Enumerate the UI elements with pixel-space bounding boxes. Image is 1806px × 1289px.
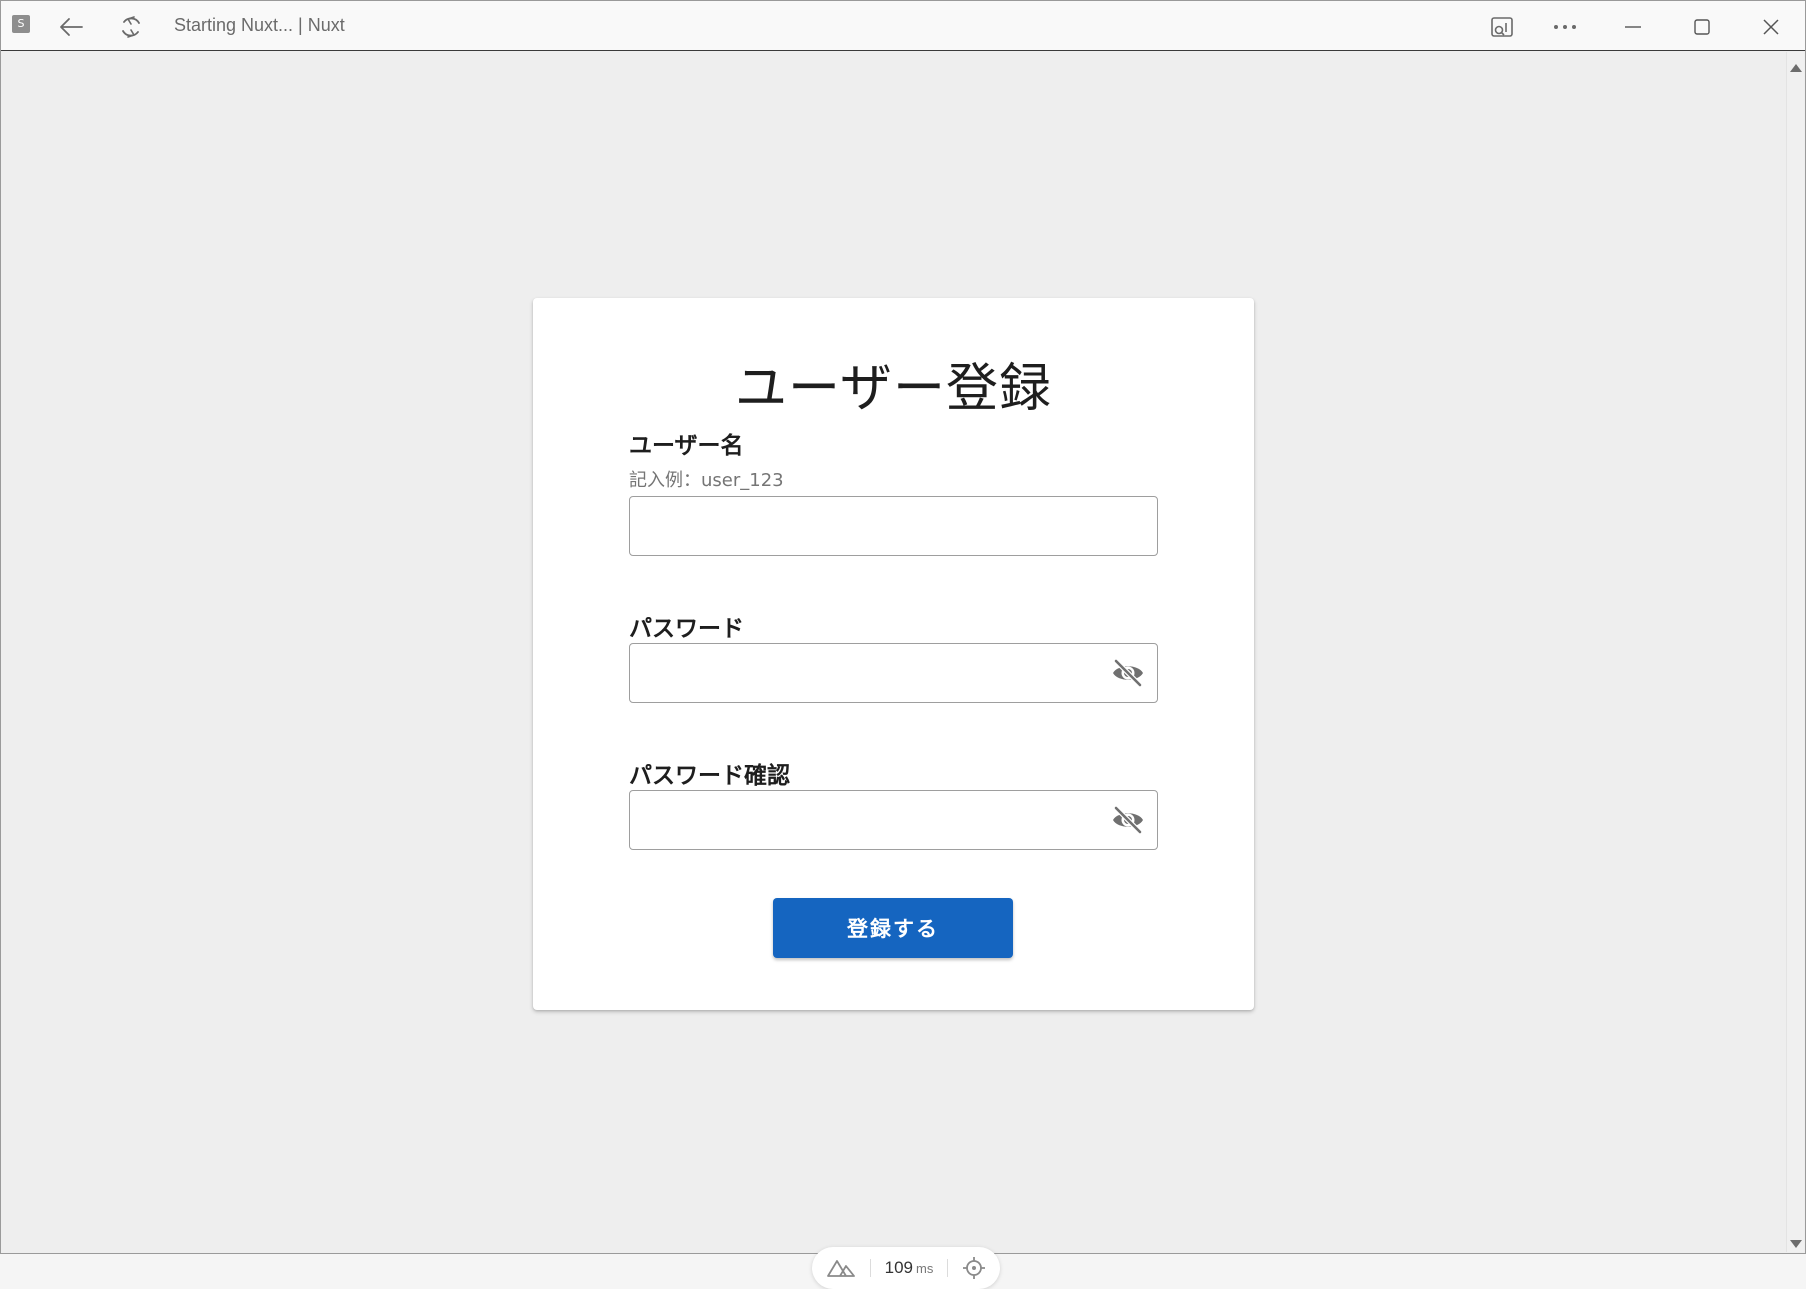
reload-button[interactable] — [113, 9, 149, 45]
pill-divider — [869, 1259, 871, 1277]
close-button[interactable] — [1753, 9, 1789, 45]
target-icon[interactable] — [962, 1256, 986, 1280]
window-title: Starting Nuxt... | Nuxt — [174, 15, 345, 35]
cast-button[interactable] — [1484, 9, 1520, 45]
back-arrow-icon — [60, 18, 83, 36]
maximize-button[interactable] — [1684, 9, 1720, 45]
screen-cast-icon — [1491, 17, 1513, 37]
registration-card: ユーザー登録 ユーザー名 記入例：user_123 パスワード パスワード確認 … — [533, 298, 1254, 1010]
close-icon — [1763, 19, 1779, 35]
password-confirm-visibility-toggle[interactable] — [1098, 790, 1158, 850]
app-icon: S — [12, 15, 30, 33]
username-hint: 記入例：user_123 — [629, 470, 784, 491]
nuxt-devtools-pill[interactable]: 109 ms — [812, 1247, 1000, 1289]
eye-off-icon — [1113, 806, 1143, 834]
username-input[interactable] — [629, 496, 1158, 556]
back-button[interactable] — [53, 9, 89, 45]
page-title: ユーザー登録 — [735, 359, 1052, 419]
page-viewport: ユーザー登録 ユーザー名 記入例：user_123 パスワード パスワード確認 … — [2, 52, 1786, 1289]
scroll-up-arrow-icon[interactable] — [1790, 64, 1802, 72]
more-button[interactable] — [1547, 9, 1583, 45]
username-label: ユーザー名 — [629, 433, 744, 459]
vertical-scrollbar[interactable] — [1786, 52, 1804, 1252]
password-input[interactable] — [629, 643, 1158, 703]
password-label: パスワード — [629, 616, 744, 642]
password-confirm-input[interactable] — [629, 790, 1158, 850]
reload-icon — [122, 16, 140, 38]
password-field — [629, 643, 1158, 703]
load-time-value: 109 — [884, 1258, 913, 1277]
nuxt-logo-icon — [827, 1260, 855, 1277]
pill-divider — [947, 1259, 949, 1277]
minimize-icon — [1625, 26, 1641, 28]
more-dots-icon — [1554, 25, 1576, 29]
password-confirm-label: パスワード確認 — [629, 763, 790, 789]
load-time-unit: ms — [916, 1261, 934, 1276]
password-confirm-field — [629, 790, 1158, 850]
minimize-button[interactable] — [1615, 9, 1651, 45]
password-visibility-toggle[interactable] — [1098, 643, 1158, 703]
browser-window: S Starting Nuxt... | Nuxt ユーザー登録 ユーザー名 記… — [0, 0, 1806, 1289]
load-time: 109 ms — [885, 1258, 934, 1278]
title-bar: S Starting Nuxt... | Nuxt — [1, 1, 1805, 51]
eye-off-icon — [1113, 659, 1143, 687]
scroll-down-arrow-icon[interactable] — [1790, 1240, 1802, 1248]
maximize-icon — [1694, 19, 1710, 35]
register-button[interactable]: 登録する — [773, 898, 1013, 958]
